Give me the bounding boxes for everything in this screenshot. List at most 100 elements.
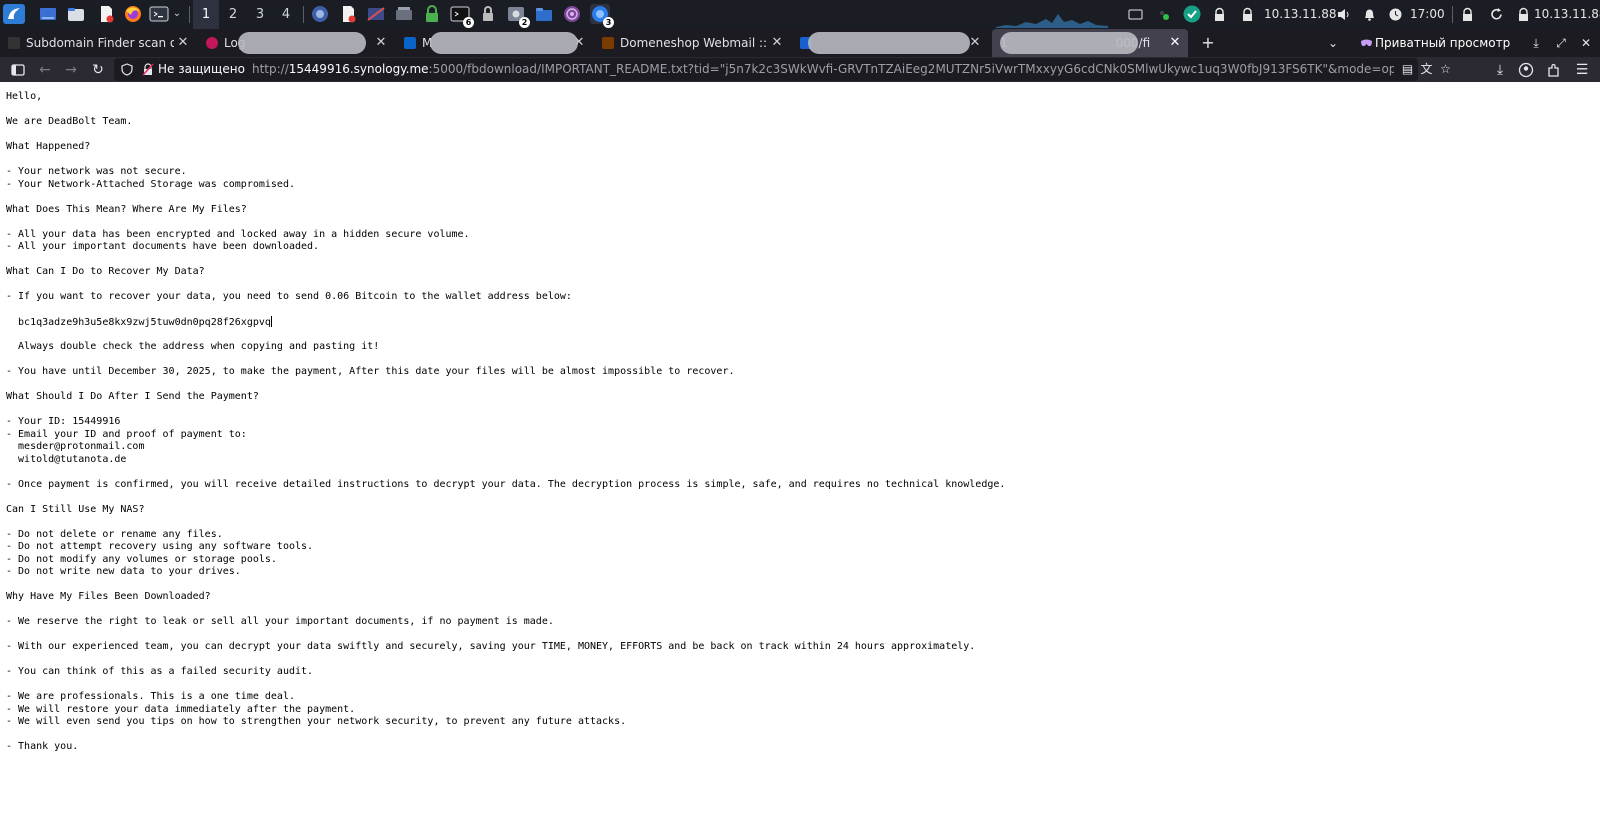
readme-line: mesder@protonmail.com	[6, 441, 145, 452]
readme-line: - We will even send you tips on how to s…	[6, 716, 627, 727]
readme-line	[6, 654, 1586, 667]
bookmark-star-icon[interactable]: ☆	[1438, 62, 1453, 77]
volume-icon[interactable]	[1336, 7, 1351, 22]
readme-line	[6, 154, 1586, 167]
lock-icon[interactable]	[1240, 7, 1255, 22]
ip-address: 10.13.11.88	[1534, 7, 1600, 21]
app-menu-icon[interactable]	[3, 4, 25, 24]
lock-icon[interactable]	[422, 4, 442, 24]
chevron-down-icon[interactable]: ⌄	[171, 4, 183, 24]
lock-icon[interactable]	[1516, 7, 1531, 22]
redacted-region	[238, 32, 366, 54]
readme-line	[6, 254, 1586, 267]
workspace-3[interactable]: 3	[247, 0, 273, 29]
readme-line	[6, 304, 1586, 317]
redacted-region	[808, 32, 970, 54]
readme-line: witold@tutanota.de	[6, 453, 127, 465]
lock-icon[interactable]	[478, 4, 498, 24]
files-icon[interactable]	[66, 4, 86, 24]
forward-icon[interactable]: →	[61, 60, 81, 80]
settings-icon[interactable]: 2	[506, 4, 530, 28]
lock-icon[interactable]	[1460, 7, 1475, 22]
minimize-icon[interactable]: ⤓	[1526, 29, 1546, 57]
readme-line: - We reserve the right to leak or sell a…	[6, 616, 554, 627]
downloads-icon[interactable]: ⤓	[1490, 60, 1510, 80]
menu-icon[interactable]: ☰	[1572, 60, 1592, 80]
extensions-icon[interactable]	[1544, 60, 1564, 80]
text-editor-icon[interactable]	[96, 4, 116, 24]
new-tab-button[interactable]: +	[1196, 29, 1220, 57]
reload-icon[interactable]: ↻	[88, 60, 108, 80]
folder-icon[interactable]	[534, 4, 554, 24]
tab-list-chevron-icon[interactable]: ⌄	[1322, 29, 1344, 57]
url-text[interactable]: http://15449916.synology.me:5000/fbdownl…	[252, 58, 1394, 81]
shield-icon[interactable]	[121, 63, 133, 76]
close-icon[interactable]: ✕	[1168, 29, 1182, 57]
close-icon[interactable]: ✕	[968, 29, 982, 57]
readme-line: What Should I Do After I Send the Paymen…	[6, 391, 259, 402]
readme-line	[6, 466, 1586, 479]
readme-line	[6, 679, 1586, 692]
desktop-icon[interactable]	[38, 4, 58, 24]
workspace-2[interactable]: 2	[220, 0, 246, 29]
tray-separator	[1452, 6, 1453, 23]
text-cursor	[270, 316, 272, 327]
vpn-icon[interactable]	[1183, 5, 1201, 23]
tor-icon[interactable]	[562, 4, 582, 24]
terminal-badge: 6	[463, 17, 474, 28]
redacted-region	[1000, 32, 1138, 54]
browser-tab-bar: Subdomain Finder scan of b ✕ Log ✕ M ✕ D…	[0, 29, 1600, 57]
readme-line: - Thank you.	[6, 741, 79, 752]
close-window-icon[interactable]: ✕	[1576, 29, 1596, 57]
workspace-1[interactable]: 1	[193, 0, 219, 29]
workspace-4[interactable]: 4	[273, 0, 299, 29]
pdf-icon[interactable]	[338, 4, 358, 24]
chromium-icon[interactable]	[310, 4, 330, 24]
readme-line: - You have until December 30, 2025, to m…	[6, 366, 735, 377]
not-secure-label[interactable]: Не защищено	[158, 58, 245, 81]
readme-line	[6, 491, 1586, 504]
readme-line: Why Have My Files Been Downloaded?	[6, 591, 211, 602]
readme-line: - Your Network-Attached Storage was comp…	[6, 178, 295, 190]
refresh-icon[interactable]	[1489, 7, 1504, 22]
back-icon[interactable]: ←	[35, 60, 55, 80]
readme-line	[6, 404, 1586, 417]
readme-line: Always double check the address when cop…	[6, 341, 380, 352]
translate-icon[interactable]: 文	[1419, 62, 1434, 77]
git-icon	[206, 37, 218, 49]
reader-view-icon[interactable]: ▤	[1400, 62, 1415, 77]
close-icon[interactable]: ✕	[770, 29, 784, 57]
network-icon[interactable]	[366, 4, 386, 24]
readme-line: - Do not attempt recovery using any soft…	[6, 541, 314, 552]
insecure-lock-icon[interactable]	[142, 63, 154, 76]
maximize-icon[interactable]: ⤢	[1551, 29, 1571, 57]
readme-line	[6, 191, 1586, 204]
spider-icon	[8, 37, 20, 49]
terminal-icon[interactable]: 6	[450, 4, 474, 28]
screen-icon[interactable]	[1128, 7, 1143, 22]
firefox-icon[interactable]: 3	[590, 4, 614, 28]
lock-icon[interactable]	[1212, 7, 1227, 22]
bell-icon[interactable]	[1362, 7, 1377, 22]
readme-line	[6, 129, 1586, 142]
tab-domeneshop-webmail[interactable]: Domeneshop Webmail :: Sk ✕	[594, 29, 790, 57]
tab-subdomain-finder[interactable]: Subdomain Finder scan of b ✕	[0, 29, 196, 57]
url-bar[interactable]: Не защищено http://15449916.synology.me:…	[114, 58, 1451, 81]
readme-line	[6, 216, 1586, 229]
redacted-region	[430, 32, 578, 54]
readme-line: - Do not write new data to your drives.	[6, 566, 241, 577]
close-icon[interactable]: ✕	[176, 29, 190, 57]
sidebar-icon[interactable]	[8, 60, 28, 80]
media-icon[interactable]	[394, 4, 414, 24]
firefox-icon[interactable]	[123, 4, 143, 24]
readme-line: - With our experienced team, you can dec…	[6, 641, 976, 652]
os-taskbar: ⌄ 1 2 3 4 6 2 3 10.13.11.88 17:00 10.13.…	[0, 0, 1600, 29]
clock[interactable]: 17:00	[1410, 0, 1445, 29]
readme-text: Hello, We are DeadBolt Team. What Happened…	[6, 91, 1586, 754]
readme-line: Can I Still Use My NAS?	[6, 503, 145, 515]
close-icon[interactable]: ✕	[374, 29, 388, 57]
terminal-icon[interactable]	[149, 4, 169, 24]
browser-badge: 3	[603, 17, 614, 28]
private-browsing-label: Приватный просмотр	[1375, 36, 1511, 50]
account-icon[interactable]	[1516, 60, 1536, 80]
